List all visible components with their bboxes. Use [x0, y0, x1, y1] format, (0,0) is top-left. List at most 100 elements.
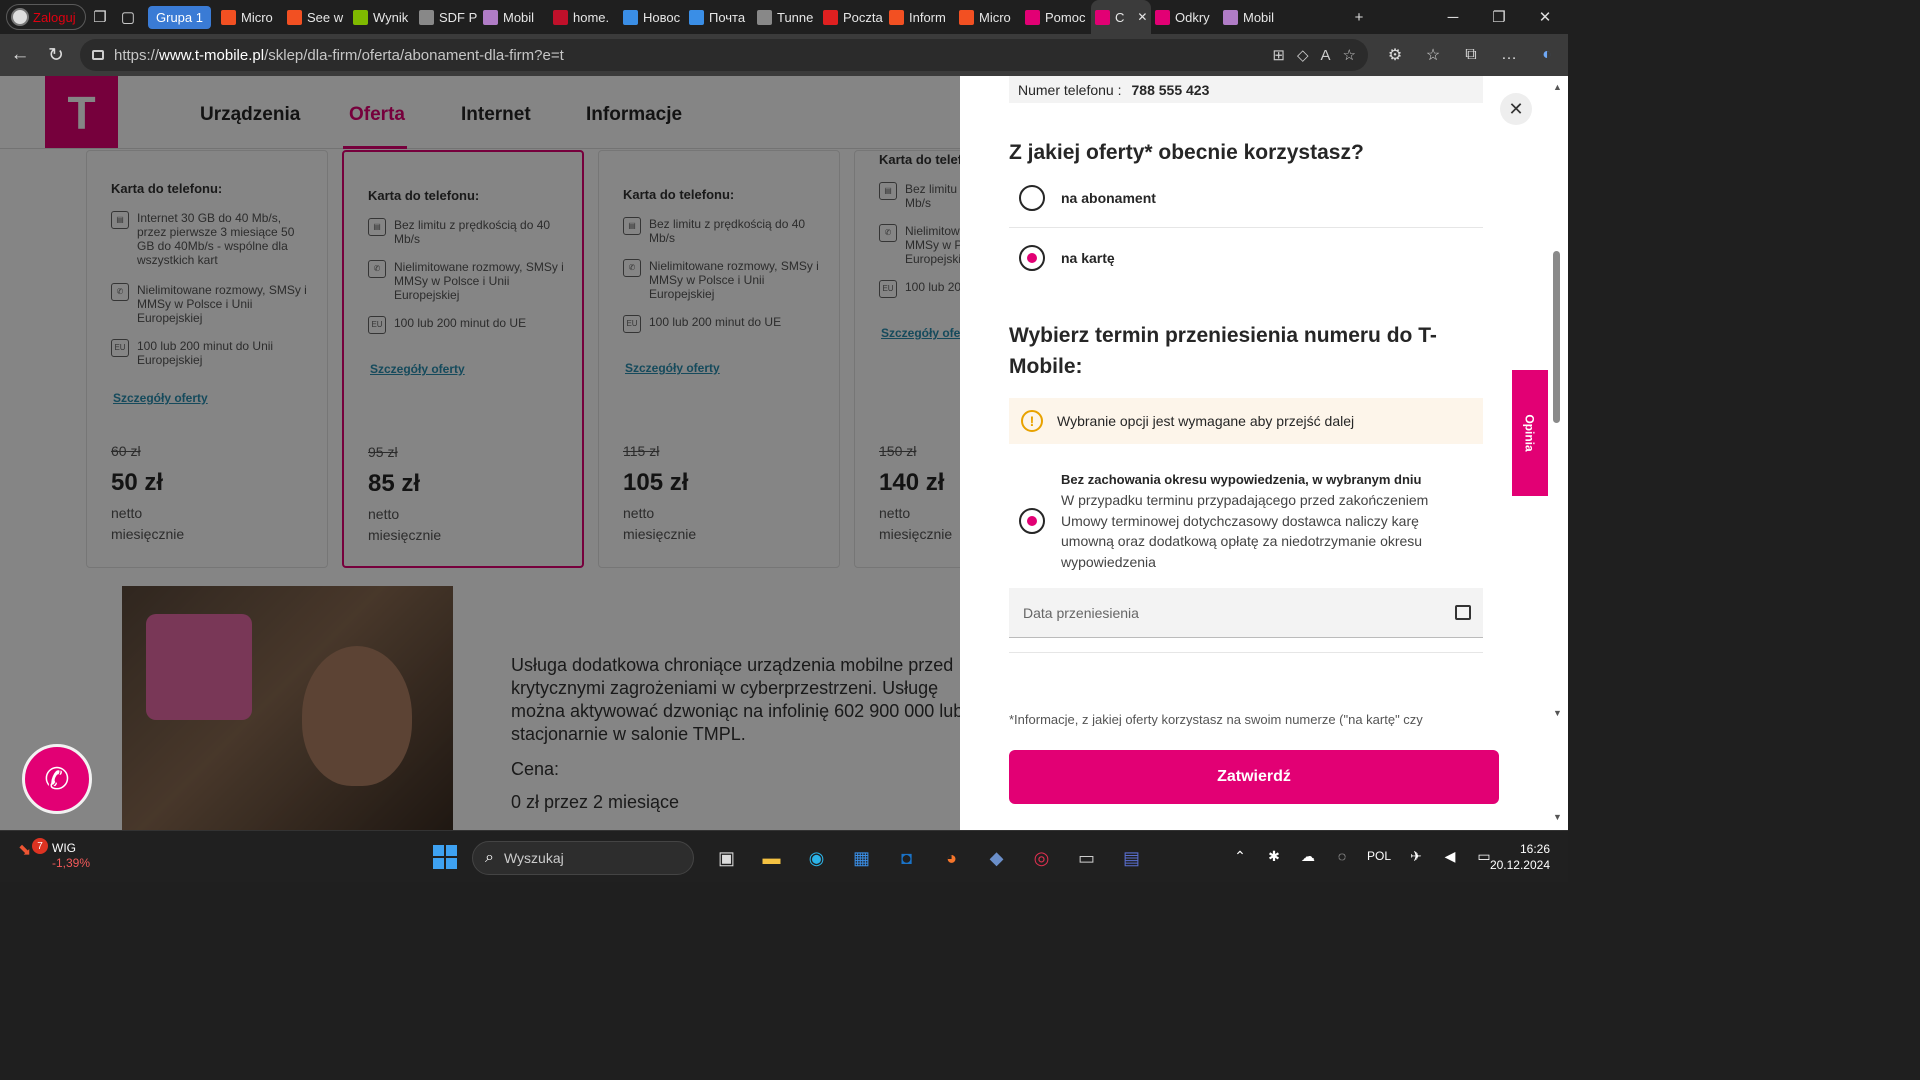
tab-actions-icon[interactable]: ▢ — [114, 3, 142, 31]
browser-tab[interactable]: SDF P — [415, 0, 479, 34]
browser-tab[interactable]: Wynik — [349, 0, 415, 34]
browser-tab[interactable]: Inform — [885, 0, 955, 34]
onedrive-icon[interactable]: ☁ — [1296, 841, 1320, 871]
profile-button[interactable]: Zaloguj — [6, 4, 86, 30]
scroll-down-icon[interactable]: ▼ — [1553, 708, 1562, 718]
stock-widget[interactable]: ⬊ 7 WIG -1,39% — [18, 838, 90, 870]
browser-tab[interactable]: C ✕ — [1090, 0, 1151, 34]
window-close-icon[interactable]: ✕ — [1522, 0, 1568, 34]
phone-icon: ✆ — [44, 762, 70, 796]
tag-icon[interactable]: ◇ — [1297, 46, 1309, 64]
number-transfer-panel: Numer telefonu : 788 555 423 ✕ Z jakiej … — [960, 76, 1548, 830]
favorites-icon[interactable]: ☆ — [1416, 39, 1450, 71]
browser-tab[interactable]: Mobil — [1219, 0, 1285, 34]
tab-favicon-icon — [822, 9, 838, 25]
maximize-icon[interactable]: ❐ — [1476, 0, 1522, 34]
minimize-icon[interactable]: ─ — [1430, 0, 1476, 34]
tab-group-label[interactable]: Grupa 1 — [148, 5, 211, 29]
web-page: T Urządzenia Oferta Internet Informacje … — [0, 76, 960, 830]
save-app-icon[interactable]: ▤ — [1109, 839, 1154, 877]
date: 20.12.2024 — [1489, 858, 1550, 872]
file-explorer-icon[interactable]: ▬ — [749, 839, 794, 877]
extensions-icon[interactable]: ⚙ — [1378, 39, 1412, 71]
offer-question: Z jakiej oferty* obecnie korzystasz? — [1009, 141, 1364, 164]
transfer-term-option[interactable]: Bez zachowania okresu wypowiedzenia, w w… — [1019, 470, 1461, 572]
browser-tab[interactable]: Pomoc — [1021, 0, 1091, 34]
back-icon[interactable]: ← — [2, 39, 38, 71]
terminal-icon[interactable]: ▭ — [1064, 839, 1109, 877]
favorite-star-icon[interactable]: ☆ — [1343, 46, 1356, 64]
search-icon: ⌕ — [485, 849, 494, 866]
scrollbar[interactable]: ▲ ▼ ▼ — [1548, 76, 1568, 830]
collections-icon[interactable]: ⧉ — [1454, 39, 1488, 71]
transfer-date-field[interactable]: Data przeniesienia — [1009, 588, 1483, 638]
scroll-up-icon[interactable]: ▲ — [1553, 82, 1562, 92]
screen-recorder-icon[interactable]: ◎ — [1019, 839, 1064, 877]
volume-icon[interactable]: ◀ — [1438, 841, 1462, 871]
network-icon[interactable]: ◌ — [1330, 841, 1354, 871]
browser-tab[interactable]: Почта — [685, 0, 753, 34]
tab-favicon-icon — [418, 9, 434, 25]
date-placeholder: Data przeniesienia — [1023, 604, 1139, 621]
taskbar-search[interactable]: ⌕ Wyszukaj — [472, 841, 694, 875]
tab-label: Tunne — [776, 9, 814, 25]
more-menu-icon[interactable]: … — [1492, 39, 1526, 71]
phone-number-box: Numer telefonu : 788 555 423 — [1009, 76, 1483, 103]
radio-abonament[interactable] — [1019, 185, 1045, 211]
tab-label: SDF P — [438, 9, 478, 25]
store-icon[interactable]: ▦ — [839, 839, 884, 877]
option-abonament[interactable]: na abonament — [1019, 185, 1156, 211]
language-indicator[interactable]: POL — [1364, 841, 1394, 871]
call-button[interactable]: ✆ — [22, 744, 92, 814]
system-tray: ⌃ ✱ ☁ ◌ POL ✈ ◀ ▭ — [1228, 841, 1496, 871]
option-karta[interactable]: na kartę — [1019, 245, 1115, 271]
new-tab-icon[interactable]: + — [1345, 3, 1373, 31]
feedback-tab[interactable]: Opinia — [1512, 370, 1548, 496]
tab-favicon-icon — [958, 9, 974, 25]
edge-icon[interactable]: ◉ — [794, 839, 839, 877]
copilot-icon[interactable]: ◐ — [1530, 39, 1564, 71]
tab-label: Micro — [240, 9, 273, 25]
scroll-down-icon-2[interactable]: ▼ — [1553, 812, 1562, 822]
tab-close-icon[interactable]: ✕ — [1137, 10, 1147, 24]
tab-label: Pomoc — [1044, 9, 1086, 25]
chevron-up-icon[interactable]: ⌃ — [1228, 841, 1252, 871]
calendar-icon[interactable] — [1455, 605, 1471, 620]
firefox-icon[interactable]: ◕ — [929, 839, 974, 877]
browser-tab[interactable]: See w — [283, 0, 349, 34]
browser-tab[interactable]: Tunne — [753, 0, 819, 34]
close-icon[interactable]: ✕ — [1500, 93, 1532, 125]
option-divider — [1009, 227, 1483, 228]
scrollbar-thumb[interactable] — [1553, 251, 1560, 423]
modal-backdrop[interactable] — [0, 76, 960, 830]
browser-tab[interactable]: Mobil — [479, 0, 549, 34]
read-aloud-icon[interactable]: A — [1321, 47, 1331, 64]
reload-icon[interactable]: ↻ — [38, 39, 74, 71]
start-button[interactable] — [433, 845, 457, 869]
confirm-button[interactable]: Zatwierdź — [1009, 750, 1499, 804]
tab-label: Odkry — [1174, 9, 1210, 25]
apps-icon[interactable]: ⊞ — [1272, 46, 1285, 64]
tab-favicon-icon — [1222, 9, 1238, 25]
tab-favicon-icon — [756, 9, 772, 25]
radio-term[interactable] — [1019, 508, 1045, 534]
stock-chart-icon: ⬊ 7 — [18, 838, 48, 862]
virtualbox-icon[interactable]: ◆ — [974, 839, 1019, 877]
outlook-icon[interactable]: ◘ — [884, 839, 929, 877]
tab-favicon-icon — [1024, 9, 1040, 25]
workspaces-icon[interactable]: ❐ — [86, 3, 114, 31]
airplane-icon[interactable]: ✈ — [1404, 841, 1428, 871]
browser-tab[interactable]: Odkry — [1151, 0, 1219, 34]
task-view-icon[interactable]: ▣ — [704, 839, 749, 877]
browser-tab[interactable]: Micro — [955, 0, 1021, 34]
bluetooth-icon[interactable]: ✱ — [1262, 841, 1286, 871]
radio-karta[interactable] — [1019, 245, 1045, 271]
browser-tab[interactable]: home. — [549, 0, 619, 34]
browser-tab[interactable]: Новос — [619, 0, 685, 34]
clock[interactable]: 16:26 20.12.2024 — [1486, 841, 1550, 873]
windows-taskbar: ⬊ 7 WIG -1,39% ⌕ Wyszukaj ▣ ▬ ◉ ▦ ◘ ◕ ◆ ◎… — [0, 830, 1568, 882]
tab-label: C — [1114, 9, 1125, 25]
browser-tab[interactable]: Poczta — [819, 0, 885, 34]
address-bar[interactable]: https://www.t-mobile.pl/sklep/dla-firm/o… — [80, 39, 1368, 71]
browser-tab[interactable]: Micro — [217, 0, 283, 34]
